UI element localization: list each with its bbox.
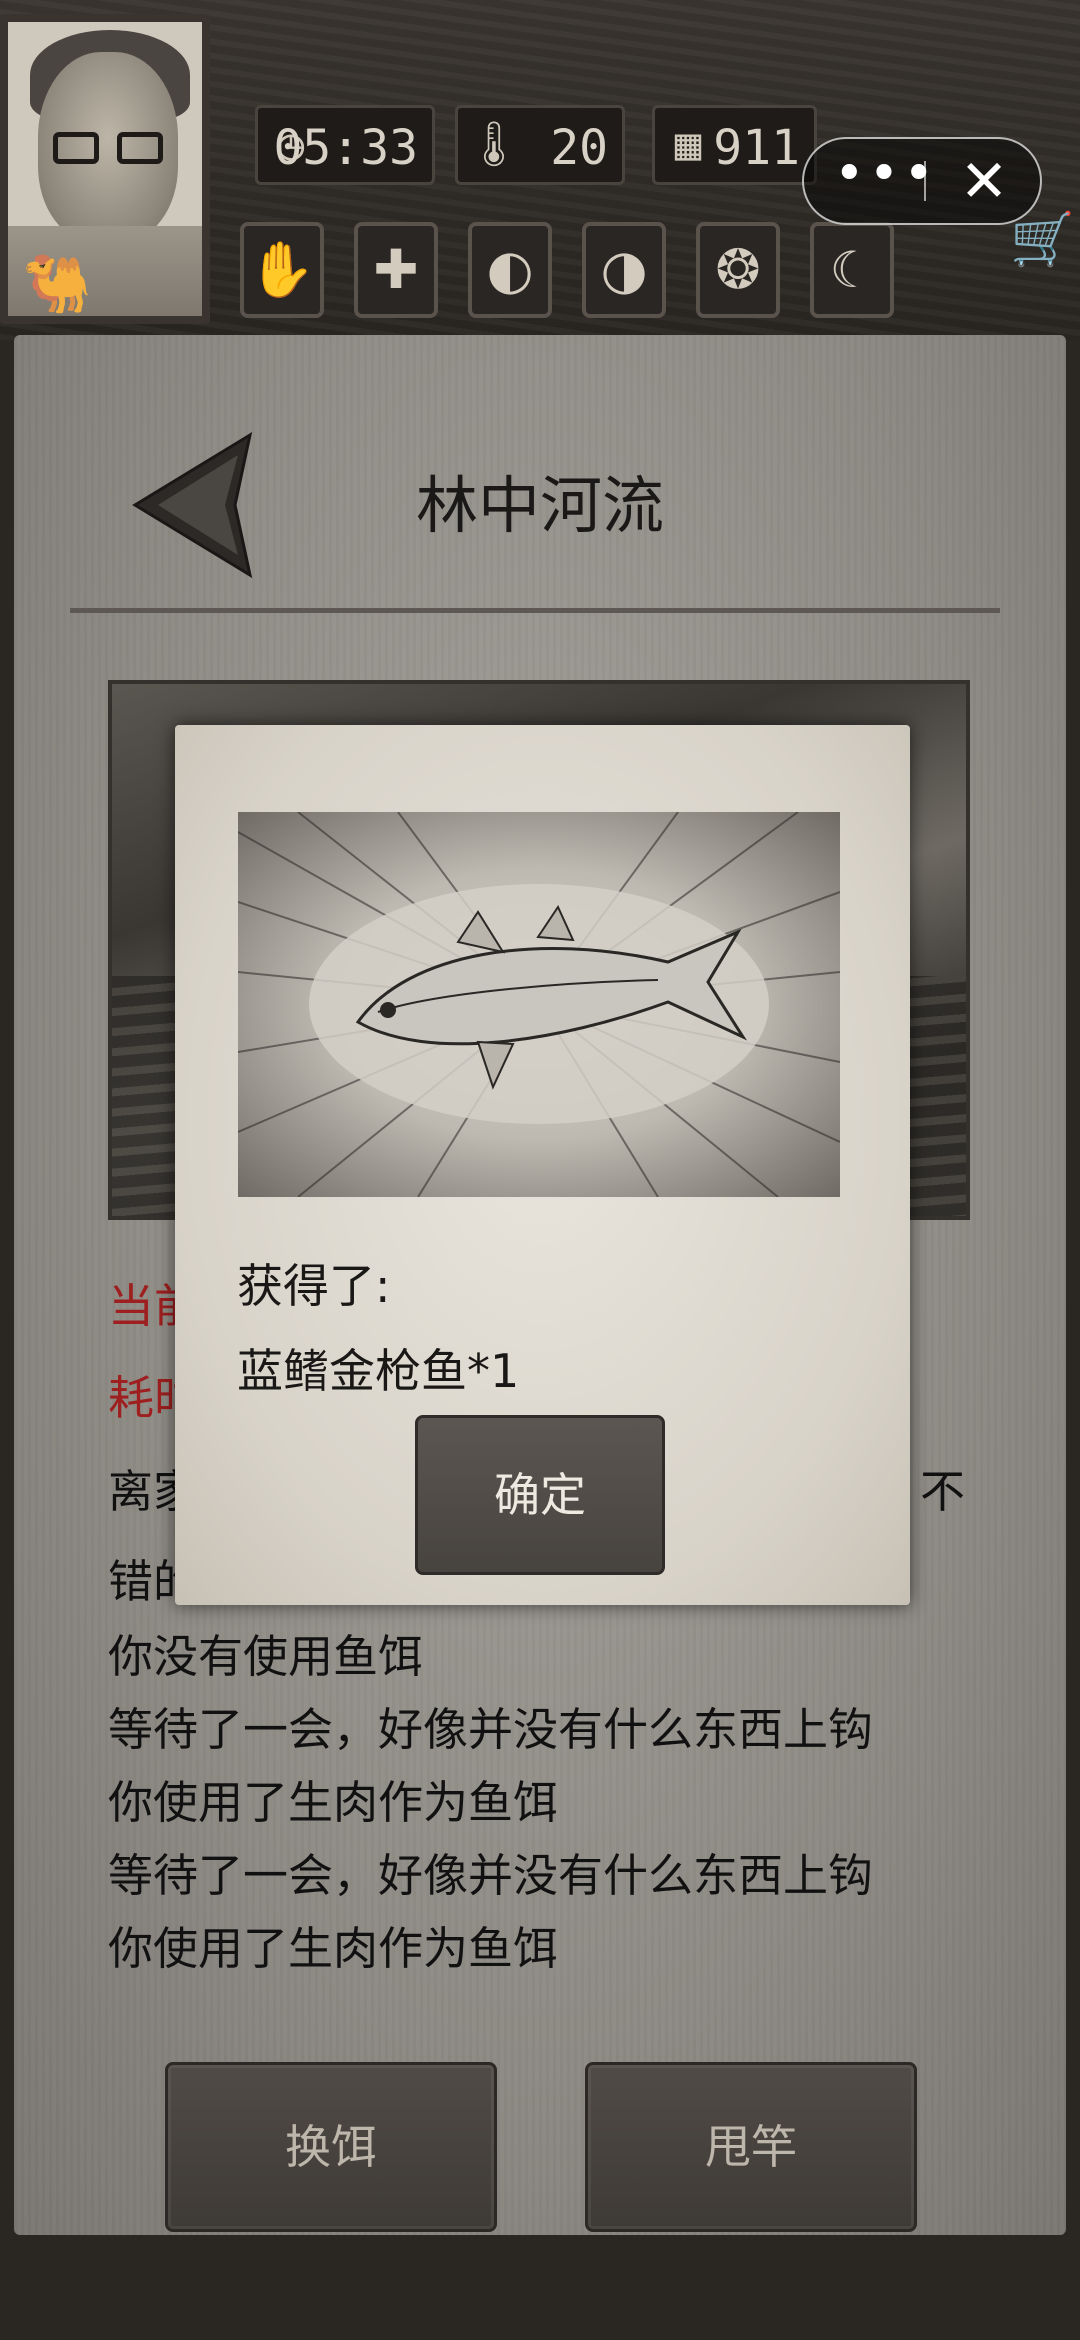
reward-dialog: 获得了: 蓝鳍金枪鱼*1 确定 (175, 725, 910, 1605)
obtained-item: 蓝鳍金枪鱼*1 (237, 1344, 520, 1398)
fish-illustration (238, 812, 840, 1197)
confirm-button[interactable]: 确定 (415, 1415, 665, 1575)
obtained-label: 获得了: (237, 1259, 391, 1313)
